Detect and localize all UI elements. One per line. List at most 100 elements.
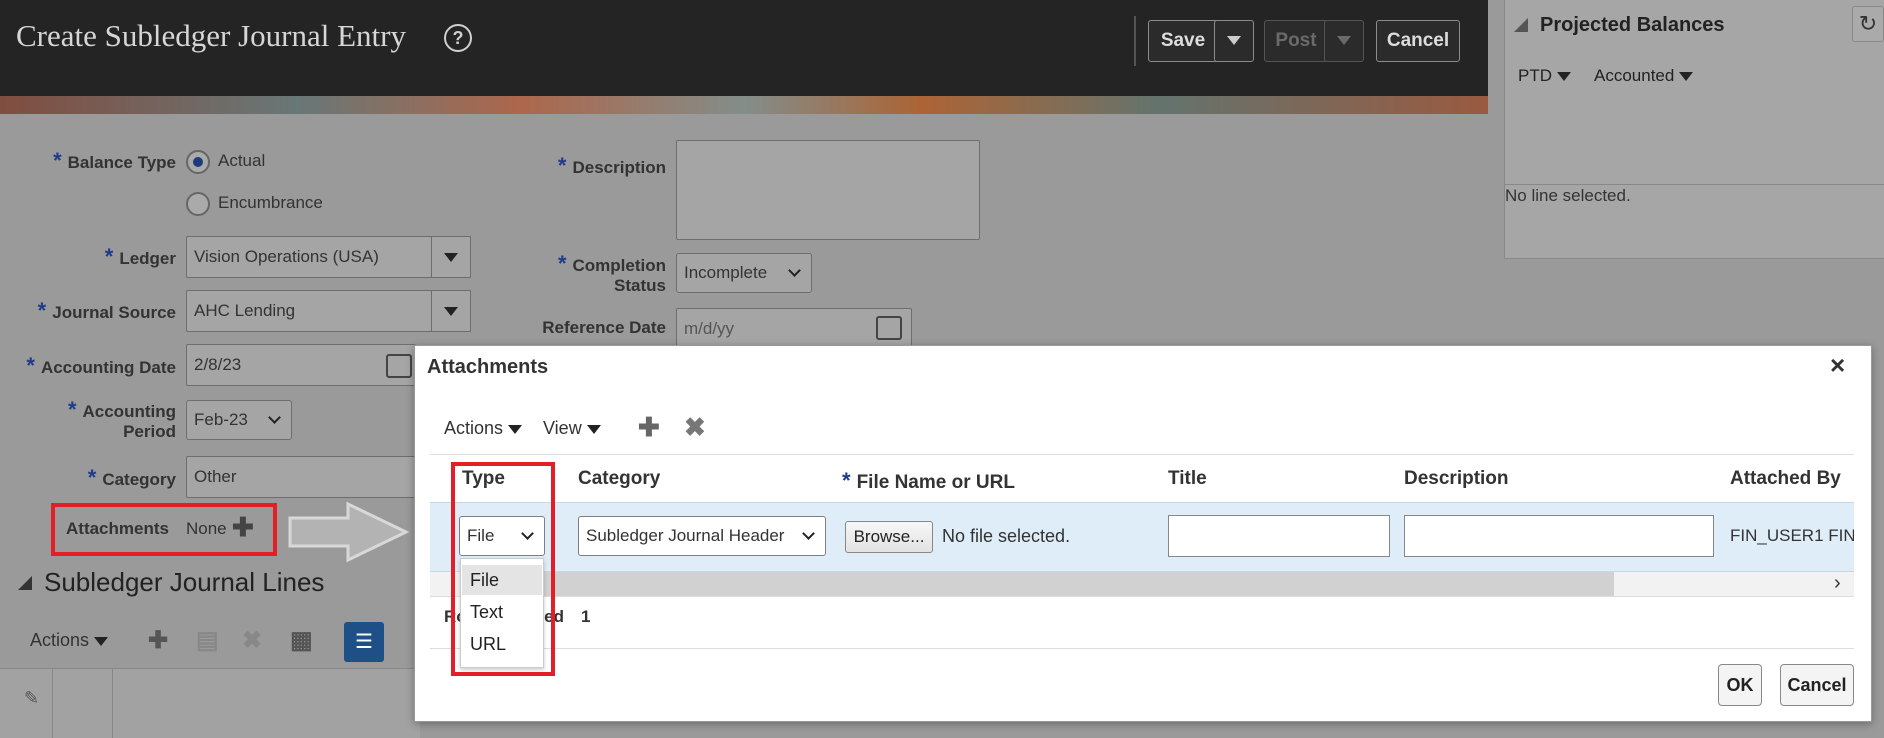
accounting-period-value: Feb-23 bbox=[194, 410, 248, 429]
projected-balances-panel bbox=[1504, 0, 1884, 258]
chevron-down-icon bbox=[268, 411, 281, 424]
dialog-view-menu[interactable]: View bbox=[543, 418, 601, 439]
attachments-value: None bbox=[186, 519, 227, 538]
rows-selected-value: 1 bbox=[581, 607, 591, 626]
type-column-highlight bbox=[451, 462, 555, 676]
chevron-down-icon bbox=[444, 307, 458, 317]
edit-icon[interactable]: ✎ bbox=[24, 688, 39, 709]
actions-label: Actions bbox=[30, 630, 90, 650]
ptd-label: PTD bbox=[1518, 66, 1552, 85]
chevron-down-icon bbox=[444, 253, 458, 263]
divider bbox=[112, 668, 113, 738]
divider bbox=[52, 668, 53, 738]
category-value: Subledger Journal Header bbox=[586, 526, 785, 545]
delete-icon: ✖ bbox=[242, 627, 263, 654]
chevron-down-icon bbox=[1556, 72, 1571, 82]
dialog-title: Attachments bbox=[427, 356, 549, 378]
calendar-icon[interactable] bbox=[386, 354, 412, 378]
close-icon[interactable]: × bbox=[1830, 350, 1845, 381]
column-header-category[interactable]: Category bbox=[578, 468, 660, 490]
accounting-date-label: * Accounting Date bbox=[26, 353, 176, 378]
accounting-period-label: * Accounting Period bbox=[67, 397, 176, 442]
accounting-date-input[interactable]: 2/8/23 bbox=[186, 344, 416, 386]
chevron-down-icon bbox=[1227, 36, 1241, 46]
column-header-file-name[interactable]: * File Name or URL bbox=[842, 468, 1015, 494]
delete-icon[interactable]: ✖ bbox=[684, 412, 706, 443]
journal-source-dropdown-button[interactable] bbox=[431, 290, 471, 332]
collapse-icon[interactable] bbox=[1514, 18, 1528, 32]
accounting-period-select[interactable]: Feb-23 bbox=[186, 400, 292, 440]
encumbrance-label: Encumbrance bbox=[218, 193, 323, 212]
journal-source-input[interactable]: AHC Lending bbox=[186, 290, 432, 332]
reference-date-label: Reference Date bbox=[542, 318, 666, 337]
category-label: * Category bbox=[87, 465, 176, 490]
lines-actions-menu[interactable]: Actions bbox=[30, 630, 109, 651]
duplicate-icon: ▤ bbox=[196, 627, 219, 654]
post-menu-button[interactable] bbox=[1324, 20, 1364, 62]
column-header-description[interactable]: Description bbox=[1404, 468, 1509, 490]
subledger-lines-title: Subledger Journal Lines bbox=[44, 567, 325, 597]
file-status-text: No file selected. bbox=[942, 526, 1071, 546]
category-input[interactable]: Other bbox=[186, 456, 416, 498]
actual-radio[interactable] bbox=[186, 150, 210, 174]
accounted-dropdown[interactable]: Accounted bbox=[1594, 66, 1694, 86]
ledger-dropdown-button[interactable] bbox=[431, 236, 471, 278]
page-title: Create Subledger Journal Entry bbox=[16, 18, 406, 53]
save-menu-button[interactable] bbox=[1214, 20, 1254, 62]
completion-status-label: * Completion Status bbox=[557, 251, 666, 296]
divider bbox=[1504, 258, 1884, 259]
header-separator bbox=[1134, 16, 1136, 66]
save-button[interactable]: Save bbox=[1148, 20, 1218, 62]
calendar-icon[interactable] bbox=[876, 316, 902, 340]
chevron-down-icon bbox=[788, 264, 801, 277]
description-input[interactable] bbox=[1404, 515, 1714, 557]
ptd-dropdown[interactable]: PTD bbox=[1518, 66, 1571, 86]
description-textarea[interactable] bbox=[676, 140, 980, 240]
help-icon[interactable]: ? bbox=[444, 24, 472, 52]
no-line-selected-text: No line selected. bbox=[1505, 186, 1631, 205]
chevron-down-icon bbox=[508, 424, 523, 434]
journal-source-label: * Journal Source bbox=[37, 298, 176, 323]
cancel-button[interactable]: Cancel bbox=[1376, 20, 1460, 62]
refresh-icon[interactable]: ↻ bbox=[1852, 6, 1884, 42]
dialog-cancel-button[interactable]: Cancel bbox=[1780, 664, 1854, 706]
browse-button[interactable]: Browse... bbox=[845, 521, 933, 553]
dialog-actions-menu[interactable]: Actions bbox=[444, 418, 523, 439]
add-icon[interactable]: ✚ bbox=[638, 412, 660, 443]
grid-icon[interactable]: ▦ bbox=[290, 626, 313, 655]
pointer-arrow-graphic bbox=[288, 501, 410, 563]
description-label: * Description bbox=[557, 153, 666, 178]
post-button[interactable]: Post bbox=[1264, 20, 1328, 62]
column-header-title[interactable]: Title bbox=[1168, 468, 1207, 490]
actual-label: Actual bbox=[218, 151, 266, 170]
encumbrance-radio[interactable] bbox=[186, 192, 210, 216]
title-input[interactable] bbox=[1168, 515, 1390, 557]
collapse-icon[interactable] bbox=[18, 576, 32, 590]
add-attachment-icon[interactable]: ✚ bbox=[232, 512, 254, 543]
scrollbar-thumb[interactable] bbox=[540, 572, 1614, 596]
chevron-down-icon bbox=[802, 527, 815, 540]
filter-icon[interactable]: ☰ bbox=[344, 622, 384, 662]
projected-balances-title: Projected Balances bbox=[1540, 14, 1725, 36]
actions-label: Actions bbox=[444, 418, 504, 438]
chevron-down-icon bbox=[586, 424, 601, 434]
completion-status-value: Incomplete bbox=[684, 263, 768, 282]
category-select[interactable]: Subledger Journal Header bbox=[578, 516, 826, 556]
attachments-label: Attachments bbox=[66, 519, 169, 538]
attached-by-value: FIN_USER1 FIN bbox=[1730, 526, 1854, 545]
ledger-input[interactable]: Vision Operations (USA) bbox=[186, 236, 432, 278]
column-header-attached-by[interactable]: Attached By bbox=[1730, 468, 1841, 490]
completion-status-select[interactable]: Incomplete bbox=[676, 253, 812, 293]
accounted-label: Accounted bbox=[1594, 66, 1675, 85]
divider bbox=[430, 454, 1854, 455]
scroll-right-icon[interactable]: › bbox=[1834, 572, 1841, 595]
ok-button[interactable]: OK bbox=[1718, 664, 1762, 706]
lines-table-header bbox=[0, 668, 420, 738]
header-banner bbox=[0, 96, 1488, 114]
chevron-down-icon bbox=[1679, 72, 1694, 82]
divider bbox=[1504, 184, 1884, 185]
chevron-down-icon bbox=[94, 636, 109, 646]
chevron-down-icon bbox=[1337, 36, 1351, 46]
add-icon[interactable]: ✚ bbox=[148, 626, 168, 655]
view-label: View bbox=[543, 418, 582, 438]
